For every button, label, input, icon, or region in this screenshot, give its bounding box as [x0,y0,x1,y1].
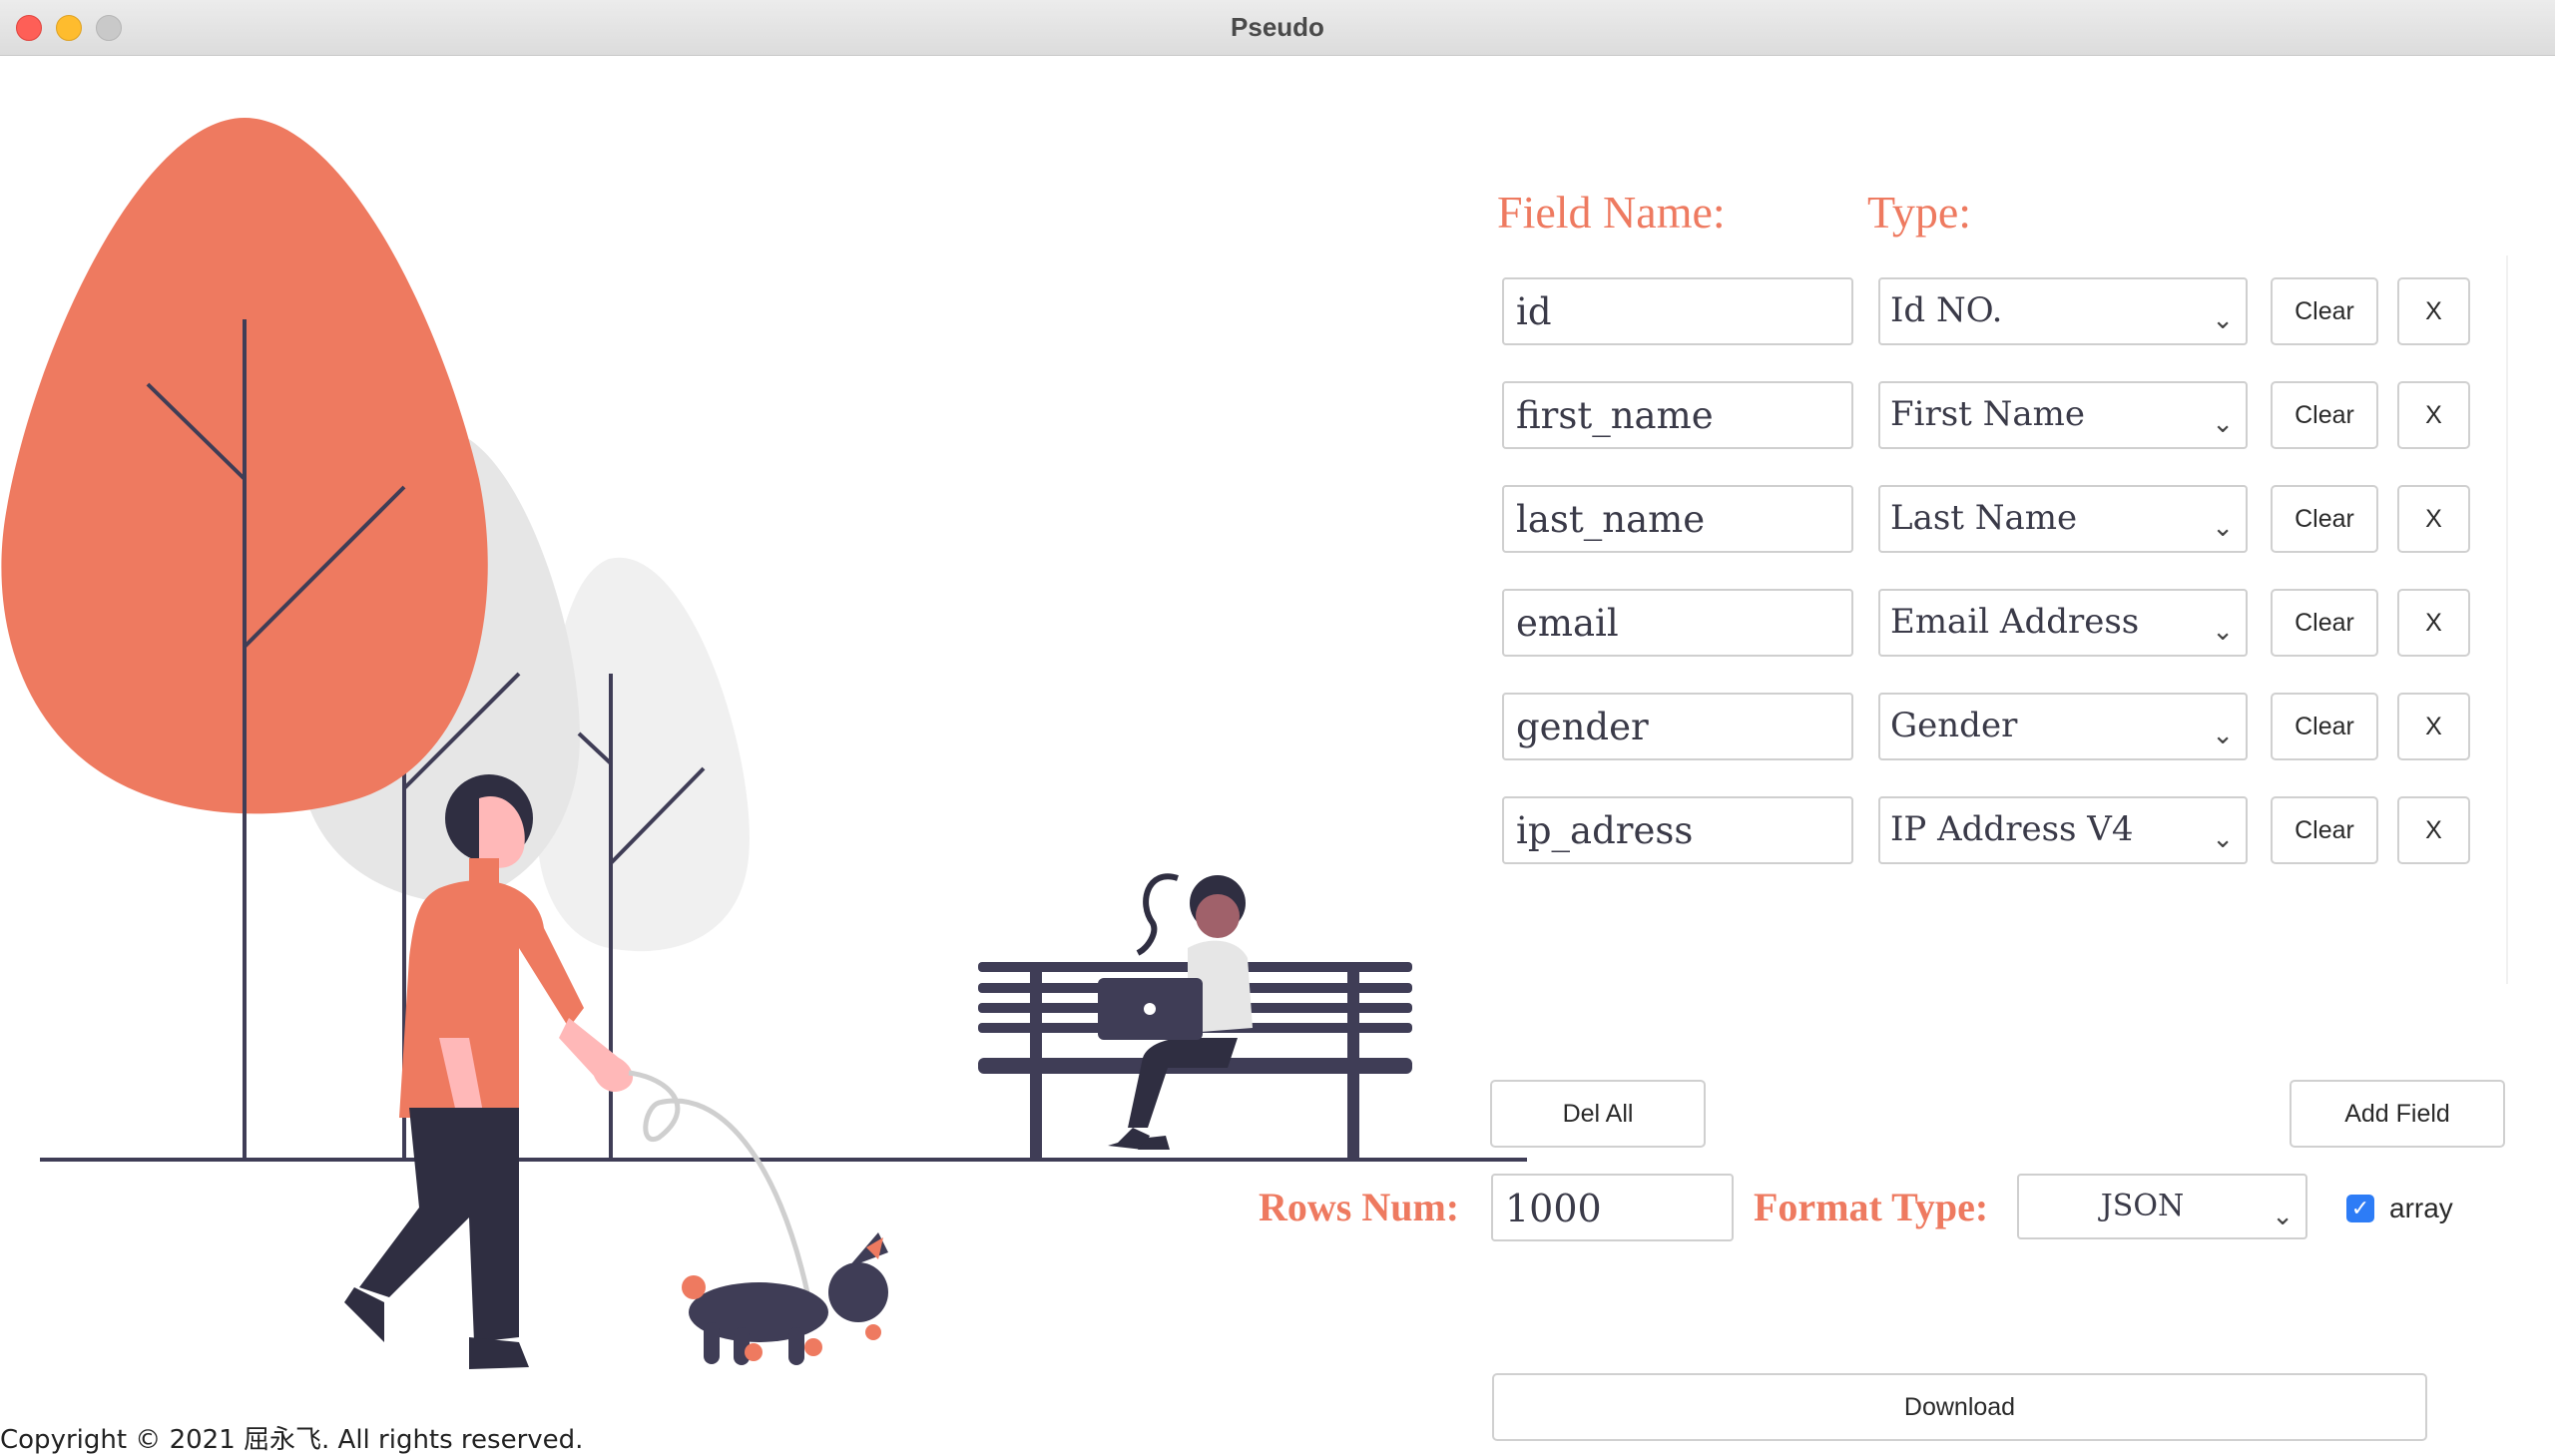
type-select-value: Id NO. [1890,290,2003,330]
remove-field-button[interactable]: X [2397,693,2470,760]
field-name-heading: Field Name: [1497,187,1726,238]
download-button[interactable]: Download [1492,1373,2427,1441]
field-name-input[interactable]: last_name [1502,485,1853,553]
array-checkbox[interactable]: ✓ [2346,1195,2374,1222]
field-name-input[interactable]: id [1502,277,1853,345]
field-name-input[interactable]: ip_adress [1502,796,1853,864]
clear-button[interactable]: Clear [2271,485,2378,553]
chevron-down-icon: ⌄ [2212,617,2234,647]
remove-field-button[interactable]: X [2397,589,2470,657]
woman-with-laptop [1098,873,1253,1150]
chevron-down-icon: ⌄ [2212,409,2234,439]
field-name-input[interactable]: gender [1502,693,1853,760]
title-bar: Pseudo [0,0,2555,56]
rows-num-label: Rows Num: [1259,1185,1460,1229]
dog [682,1232,888,1365]
chevron-down-icon: ⌄ [2212,513,2234,543]
type-select[interactable]: Gender ⌄ [1878,693,2248,760]
remove-field-button[interactable]: X [2397,796,2470,864]
type-select-value: Last Name [1890,498,2078,538]
remove-field-button[interactable]: X [2397,277,2470,345]
type-select-value: Gender [1890,706,2018,745]
leash [628,1070,811,1298]
field-name-input[interactable]: first_name [1502,381,1853,449]
app-window: Pseudo Field Name: Type: id Id NO. ⌄ Cle… [0,0,2555,1455]
clear-button[interactable]: Clear [2271,589,2378,657]
type-select[interactable]: Id NO. ⌄ [1878,277,2248,345]
type-select[interactable]: First Name ⌄ [1878,381,2248,449]
format-type-label: Format Type: [1754,1185,1989,1229]
rows-num-input[interactable]: 1000 [1491,1174,1734,1241]
chevron-down-icon: ⌄ [2272,1202,2294,1231]
chevron-down-icon: ⌄ [2212,305,2234,335]
format-type-select[interactable]: JSON ⌄ [2017,1174,2307,1239]
type-select[interactable]: Last Name ⌄ [1878,485,2248,553]
type-select-value: IP Address V4 [1890,809,2134,849]
remove-field-button[interactable]: X [2397,485,2470,553]
clear-button[interactable]: Clear [2271,693,2378,760]
chevron-down-icon: ⌄ [2212,824,2234,854]
park-illustration [1,118,1527,1369]
clear-button[interactable]: Clear [2271,381,2378,449]
type-heading: Type: [1867,187,1972,238]
type-select-value: Email Address [1890,602,2140,642]
copyright-text: Copyright © 2021 屈永飞. All rights reserve… [0,1425,584,1455]
remove-field-button[interactable]: X [2397,381,2470,449]
clear-button[interactable]: Clear [2271,277,2378,345]
array-checkbox-label: array [2389,1193,2453,1223]
clear-button[interactable]: Clear [2271,796,2378,864]
add-field-button[interactable]: Add Field [2290,1080,2505,1148]
field-name-input[interactable]: email [1502,589,1853,657]
type-select[interactable]: Email Address ⌄ [1878,589,2248,657]
del-all-button[interactable]: Del All [1490,1080,1706,1148]
type-select-value: First Name [1890,394,2086,434]
checkmark-icon: ✓ [2350,1196,2370,1221]
fields-scrollbar[interactable] [2506,255,2520,984]
window-title: Pseudo [1231,12,1324,42]
type-select[interactable]: IP Address V4 ⌄ [1878,796,2248,864]
format-type-value: JSON [2100,1189,2185,1223]
chevron-down-icon: ⌄ [2212,721,2234,750]
